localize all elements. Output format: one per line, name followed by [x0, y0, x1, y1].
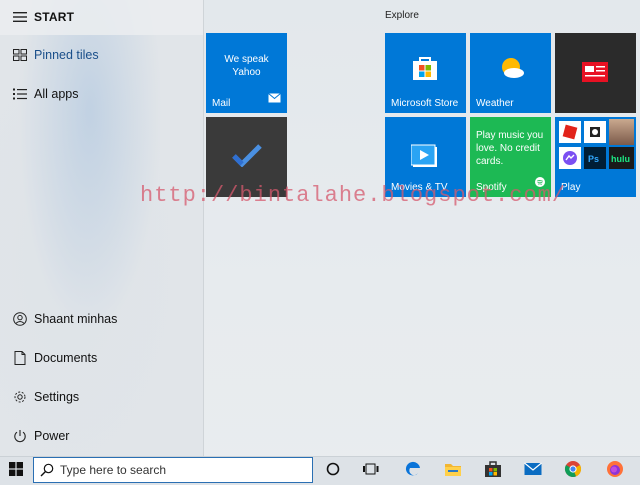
- file-explorer-button[interactable]: [435, 457, 471, 485]
- start-button[interactable]: [0, 457, 32, 485]
- spotify-tile-text: Play music you love. No credit cards.: [476, 130, 544, 167]
- task-view-icon: [363, 462, 379, 481]
- start-menu-header[interactable]: START: [0, 0, 203, 34]
- nav-item-label: Shaant minhas: [34, 312, 118, 326]
- cortana-button[interactable]: [315, 457, 351, 485]
- nav-item-pinned-tiles[interactable]: Pinned tiles: [0, 38, 203, 72]
- watermark-url: http://bintalahe.blogspot.com/: [140, 183, 567, 208]
- nav-item-settings[interactable]: Settings: [0, 380, 203, 414]
- mail-taskbar-button[interactable]: [515, 457, 551, 485]
- svg-text:hulu: hulu: [611, 154, 630, 164]
- tile-play[interactable]: Ps hulu Play: [555, 117, 636, 197]
- mail-tile-text: We speak Yahoo: [224, 54, 269, 78]
- taskbar-search-input[interactable]: Type here to search: [33, 457, 313, 483]
- nav-item-documents[interactable]: Documents: [0, 341, 203, 375]
- nav-item-label: Documents: [34, 351, 98, 365]
- svg-text:Ps: Ps: [588, 154, 599, 164]
- firefox-icon: [606, 460, 624, 483]
- task-view-button[interactable]: [353, 457, 389, 485]
- document-icon: [6, 351, 34, 365]
- chrome-button[interactable]: [555, 457, 591, 485]
- game-icon: [584, 121, 606, 143]
- cortana-icon: [326, 462, 340, 481]
- tile-label: Microsoft Store: [391, 98, 459, 109]
- tile-mail[interactable]: We speak Yahoo Mail: [206, 33, 287, 113]
- news-icon: [582, 62, 608, 87]
- movies-play-icon: [410, 143, 439, 174]
- nav-item-label: All apps: [34, 87, 79, 101]
- photoshop-icon: Ps: [584, 147, 606, 169]
- nav-item-label: Pinned tiles: [34, 48, 99, 62]
- edge-button[interactable]: [395, 457, 431, 485]
- checkmark-icon: [232, 143, 262, 172]
- pinned-tiles-icon: [6, 49, 34, 61]
- firefox-button[interactable]: [597, 457, 633, 485]
- power-icon: [6, 429, 34, 443]
- tile-weather[interactable]: Weather: [470, 33, 551, 113]
- file-explorer-icon: [444, 461, 462, 482]
- explore-group-title: Explore: [385, 10, 419, 21]
- start-nav-pane: START Pinned tiles All apps Shaant minha…: [0, 0, 204, 456]
- chrome-icon: [564, 460, 582, 483]
- nav-item-user[interactable]: Shaant minhas: [0, 302, 203, 336]
- mail-icon: [524, 462, 542, 481]
- windows-icon: [9, 461, 23, 481]
- messenger-icon: [559, 147, 581, 169]
- search-icon: [34, 463, 60, 477]
- store-bag-icon: [412, 55, 438, 86]
- search-placeholder: Type here to search: [60, 463, 167, 477]
- mail-icon: [268, 90, 281, 108]
- start-header-label: START: [34, 10, 75, 24]
- hulu-icon: hulu: [609, 147, 634, 169]
- nav-item-power[interactable]: Power: [0, 419, 203, 453]
- weather-sun-cloud-icon: [497, 57, 525, 84]
- tile-news[interactable]: [555, 33, 636, 113]
- store-icon: [484, 460, 502, 483]
- tile-label: Mail: [212, 98, 231, 109]
- tile-label: Weather: [476, 98, 514, 109]
- hamburger-menu-icon[interactable]: [6, 11, 34, 23]
- nav-item-label: Settings: [34, 390, 80, 404]
- gear-icon: [6, 390, 34, 404]
- nav-item-all-apps[interactable]: All apps: [0, 77, 203, 111]
- store-taskbar-button[interactable]: [475, 457, 511, 485]
- edge-icon: [404, 460, 422, 483]
- user-icon: [6, 312, 34, 326]
- roblox-icon: [559, 121, 581, 143]
- nav-item-label: Power: [34, 429, 70, 443]
- tile-microsoft-store[interactable]: Microsoft Store: [385, 33, 466, 113]
- all-apps-icon: [6, 88, 34, 100]
- photo-thumbnail-icon: [609, 119, 634, 145]
